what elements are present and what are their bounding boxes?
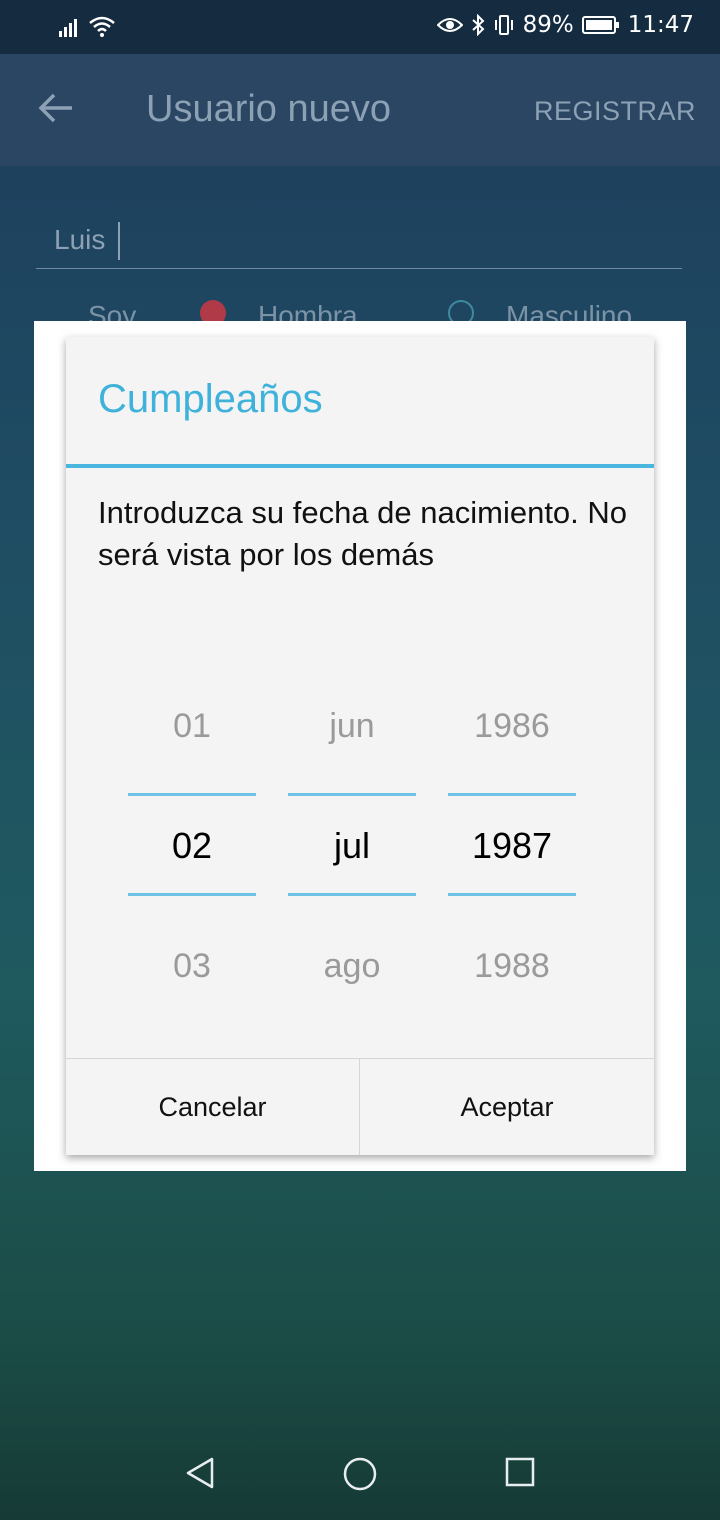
battery-icon bbox=[581, 16, 619, 34]
battery-percent: 89% bbox=[522, 12, 574, 38]
eye-icon bbox=[436, 18, 463, 32]
wifi-icon bbox=[89, 16, 115, 37]
clock: 11:47 bbox=[627, 12, 694, 38]
dialog-title-divider bbox=[66, 464, 654, 468]
month-selection-line-top bbox=[288, 793, 416, 796]
name-value: Luis bbox=[54, 224, 106, 255]
month-picker[interactable]: jun jul ago bbox=[288, 687, 416, 997]
month-next[interactable]: ago bbox=[288, 947, 416, 986]
text-caret bbox=[118, 222, 120, 260]
app-bar: Usuario nuevo REGISTRAR bbox=[0, 54, 720, 166]
dialog-message: Introduzca su fecha de nacimiento. No se… bbox=[98, 495, 628, 572]
year-next[interactable]: 1988 bbox=[448, 947, 576, 986]
accept-button[interactable]: Aceptar bbox=[360, 1059, 654, 1155]
recents-nav-icon[interactable] bbox=[504, 1456, 536, 1488]
signal-icon bbox=[59, 19, 77, 37]
year-current[interactable]: 1987 bbox=[448, 825, 576, 867]
day-current[interactable]: 02 bbox=[128, 825, 256, 867]
back-nav-icon[interactable] bbox=[184, 1456, 216, 1490]
status-right: 89% 11:47 bbox=[436, 12, 694, 38]
year-picker[interactable]: 1986 1987 1988 bbox=[448, 687, 576, 997]
year-prev[interactable]: 1986 bbox=[448, 707, 576, 746]
day-selection-line-bottom bbox=[128, 893, 256, 896]
birthday-dialog: Cumpleaños Introduzca su fecha de nacimi… bbox=[66, 337, 654, 1155]
day-prev[interactable]: 01 bbox=[128, 707, 256, 746]
name-input[interactable]: Luis bbox=[36, 218, 682, 269]
year-selection-line-top bbox=[448, 793, 576, 796]
home-nav-icon[interactable] bbox=[342, 1456, 378, 1492]
bluetooth-icon bbox=[471, 14, 485, 36]
page-title: Usuario nuevo bbox=[146, 88, 392, 130]
month-selection-line-bottom bbox=[288, 893, 416, 896]
arrow-left-icon[interactable] bbox=[36, 90, 76, 126]
vibrate-icon bbox=[494, 15, 513, 35]
status-left bbox=[58, 14, 116, 38]
navigation-bar bbox=[0, 1420, 720, 1520]
day-next[interactable]: 03 bbox=[128, 947, 256, 986]
day-selection-line-top bbox=[128, 793, 256, 796]
register-button[interactable]: REGISTRAR bbox=[534, 96, 696, 127]
day-picker[interactable]: 01 02 03 bbox=[128, 687, 256, 997]
month-prev[interactable]: jun bbox=[288, 707, 416, 746]
status-bar: 89% 11:47 bbox=[0, 0, 720, 54]
month-current[interactable]: jul bbox=[288, 825, 416, 867]
dialog-title: Cumpleaños bbox=[98, 377, 323, 421]
year-selection-line-bottom bbox=[448, 893, 576, 896]
cancel-button[interactable]: Cancelar bbox=[66, 1059, 359, 1155]
